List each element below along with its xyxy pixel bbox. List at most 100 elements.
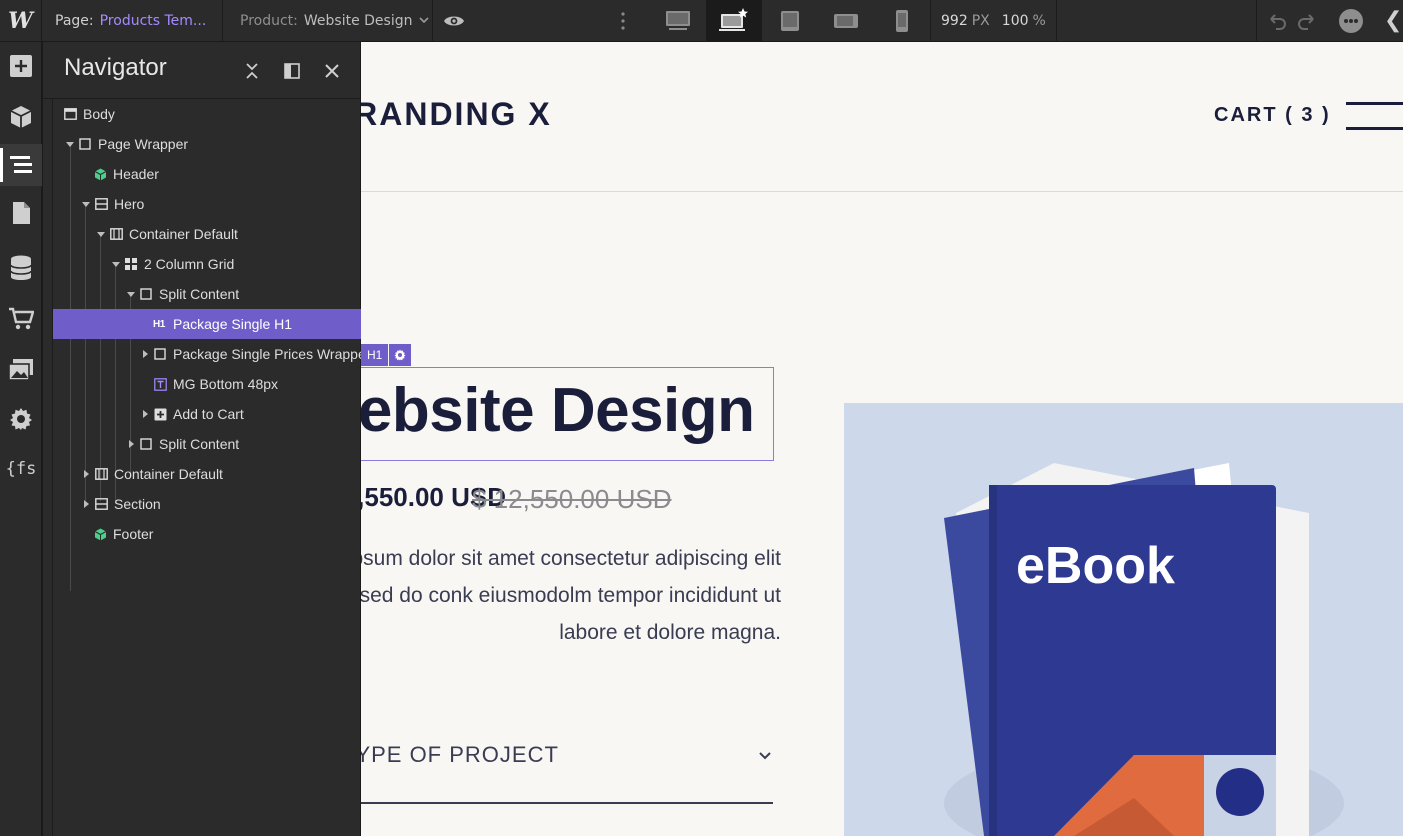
pages-icon[interactable] bbox=[0, 192, 42, 234]
tree-row-2-column-grid[interactable]: 2 Column Grid bbox=[53, 249, 362, 279]
tree-label: 2 Column Grid bbox=[144, 256, 235, 272]
navigator-tree: Body Page Wrapper Header Hero Container … bbox=[52, 99, 362, 836]
product-value: Website Design bbox=[303, 13, 413, 29]
container-icon bbox=[109, 227, 123, 241]
close-icon[interactable] bbox=[321, 60, 343, 82]
element-type-badge: H1 bbox=[361, 344, 389, 366]
div-block-icon bbox=[139, 287, 153, 301]
collapse-right-panel-icon[interactable]: ❮ bbox=[1384, 8, 1403, 34]
tree-row-split-content[interactable]: Split Content bbox=[53, 279, 362, 309]
tree-row-mg-bottom-48px[interactable]: MG Bottom 48px bbox=[53, 369, 362, 399]
caret-down-icon[interactable] bbox=[111, 259, 121, 269]
redo-icon[interactable] bbox=[1296, 10, 1318, 32]
product-image-ebook: eBook bbox=[844, 403, 1403, 836]
webflow-logo[interactable]: W bbox=[0, 0, 42, 42]
tree-label: Hero bbox=[114, 196, 145, 212]
symbols-cube-icon[interactable] bbox=[0, 96, 42, 138]
caret-down-icon[interactable] bbox=[126, 289, 136, 299]
hamburger-menu-icon[interactable] bbox=[1346, 102, 1403, 132]
page-selector[interactable]: Page: Products Tem... bbox=[55, 0, 206, 42]
caret-down-icon[interactable] bbox=[96, 229, 106, 239]
product-description: Lorem ipsum dolor sit amet consectetur a… bbox=[361, 540, 781, 651]
tree-row-package-single-h1[interactable]: H1 Package Single H1 bbox=[53, 309, 362, 339]
navigator-icon[interactable] bbox=[0, 144, 42, 186]
preview-eye-icon[interactable] bbox=[442, 9, 466, 33]
caret-right-icon[interactable] bbox=[81, 469, 91, 479]
tree-row-header[interactable]: Header bbox=[53, 159, 362, 189]
settings-gear-icon[interactable] bbox=[0, 398, 42, 440]
tree-row-container-default[interactable]: Container Default bbox=[53, 219, 362, 249]
compare-at-price: $ 12,550.00 USD bbox=[472, 484, 672, 514]
divider bbox=[1056, 0, 1057, 42]
navigator-header: Navigator bbox=[43, 42, 362, 99]
width-unit: PX bbox=[971, 13, 990, 29]
zoom-value: 100 bbox=[1001, 13, 1029, 29]
caret-right-icon[interactable] bbox=[81, 499, 91, 509]
tree-label: Split Content bbox=[159, 436, 240, 452]
mobile-landscape-breakpoint-icon[interactable] bbox=[818, 0, 874, 42]
divider bbox=[222, 0, 223, 42]
product-selector[interactable]: Product: Website Design bbox=[240, 0, 430, 42]
navigator-title: Navigator bbox=[64, 54, 167, 81]
product-label: Product: bbox=[240, 13, 298, 29]
collapse-all-icon[interactable] bbox=[241, 60, 263, 82]
tree-label: Body bbox=[83, 106, 115, 122]
undo-icon[interactable] bbox=[1266, 10, 1288, 32]
tree-label: Package Single H1 bbox=[173, 316, 293, 332]
tree-row-section[interactable]: Section bbox=[53, 489, 362, 519]
element-settings-gear-icon[interactable] bbox=[389, 344, 412, 366]
site-brand-logo[interactable]: BRANDING X bbox=[361, 96, 552, 133]
text-icon bbox=[153, 377, 167, 391]
header-divider bbox=[361, 191, 1403, 192]
ecommerce-cart-icon[interactable] bbox=[0, 298, 42, 340]
zoom-unit: % bbox=[1032, 13, 1046, 29]
tree-row-body[interactable]: Body bbox=[53, 99, 362, 129]
tree-row-container-default[interactable]: Container Default bbox=[53, 459, 362, 489]
more-vertical-icon[interactable] bbox=[617, 10, 629, 32]
chevron-down-icon bbox=[757, 748, 773, 764]
tree-label: Add to Cart bbox=[173, 406, 244, 422]
assets-images-icon[interactable] bbox=[0, 349, 42, 391]
cart-link[interactable]: CART ( 3 ) bbox=[1214, 104, 1331, 127]
tree-row-package-single-prices-wrapper[interactable]: Package Single Prices Wrapper bbox=[53, 339, 362, 369]
tree-row-footer[interactable]: Footer bbox=[53, 519, 362, 549]
symbol-icon bbox=[93, 527, 107, 541]
tree-label: Split Content bbox=[159, 286, 240, 302]
design-canvas[interactable]: BRANDING X CART ( 3 ) H1 Website Design … bbox=[361, 42, 1403, 836]
select-label: TYPE OF PROJECT bbox=[361, 742, 559, 767]
section-icon bbox=[94, 197, 108, 211]
caret-right-icon[interactable] bbox=[140, 349, 150, 359]
caret-down-icon[interactable] bbox=[65, 139, 75, 149]
body-icon bbox=[63, 107, 77, 121]
tree-row-add-to-cart[interactable]: Add to Cart bbox=[53, 399, 362, 429]
container-icon bbox=[94, 467, 108, 481]
description-line: labore et dolore magna. bbox=[559, 621, 781, 644]
left-toolbar: {fs bbox=[0, 42, 42, 836]
tree-label: MG Bottom 48px bbox=[173, 376, 279, 392]
tree-label: Package Single Prices Wrapper bbox=[173, 346, 362, 362]
add-elements-icon[interactable] bbox=[0, 45, 42, 87]
finsweet-attributes-icon[interactable]: {fs bbox=[0, 448, 42, 490]
tree-label: Header bbox=[113, 166, 159, 182]
selected-element-tag[interactable]: H1 bbox=[361, 344, 412, 366]
tree-row-split-content[interactable]: Split Content bbox=[53, 429, 362, 459]
caret-right-icon[interactable] bbox=[140, 409, 150, 419]
more-options-icon[interactable] bbox=[1338, 8, 1364, 34]
caret-right-icon[interactable] bbox=[126, 439, 136, 449]
mobile-portrait-breakpoint-icon[interactable] bbox=[874, 0, 930, 42]
cms-database-icon[interactable] bbox=[0, 247, 42, 289]
project-type-select[interactable]: TYPE OF PROJECT bbox=[361, 742, 773, 804]
base-breakpoint-star-icon[interactable] bbox=[706, 0, 762, 42]
desktop-breakpoint-icon[interactable] bbox=[650, 0, 706, 42]
dock-panel-icon[interactable] bbox=[281, 60, 303, 82]
page-value: Products Tem... bbox=[99, 13, 207, 29]
description-line: sed do conk eiusmodolm tempor incididunt… bbox=[361, 584, 781, 607]
breakpoint-switcher bbox=[650, 0, 930, 42]
tree-row-page-wrapper[interactable]: Page Wrapper bbox=[53, 129, 362, 159]
tree-label: Container Default bbox=[114, 466, 223, 482]
tree-row-hero[interactable]: Hero bbox=[53, 189, 362, 219]
divider bbox=[432, 0, 433, 42]
caret-down-icon[interactable] bbox=[81, 199, 91, 209]
tree-label: Page Wrapper bbox=[98, 136, 189, 152]
tablet-breakpoint-icon[interactable] bbox=[762, 0, 818, 42]
